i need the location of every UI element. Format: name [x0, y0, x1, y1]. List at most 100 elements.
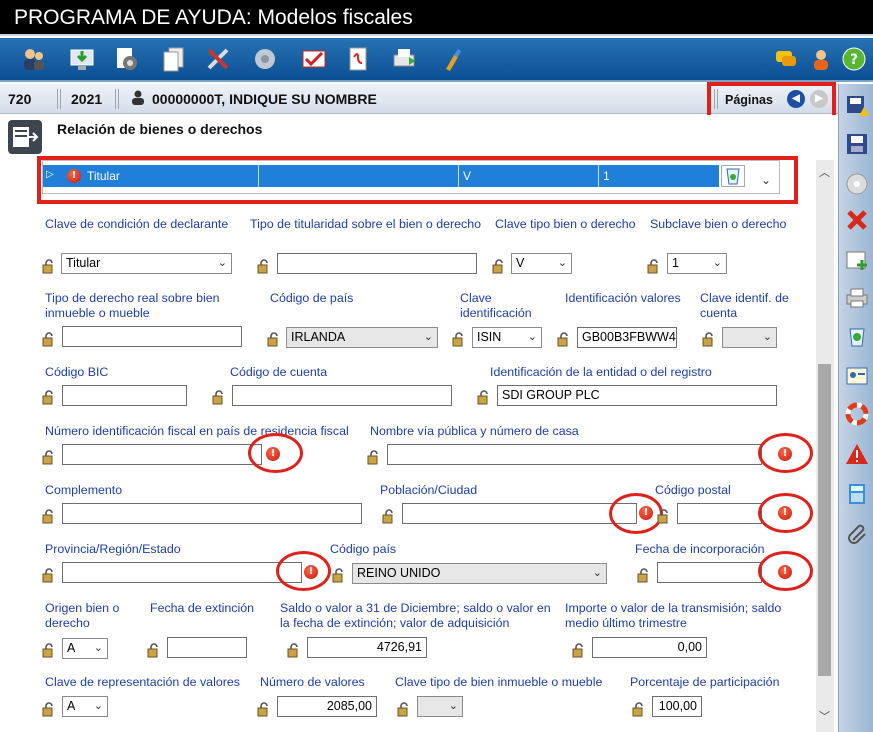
clave-tipo-bien-select[interactable]: V ⌄	[511, 253, 572, 274]
saldo-valor-label: Saldo o valor a 31 de Diciembre; saldo o…	[280, 601, 551, 630]
tools-icon[interactable]	[202, 44, 234, 74]
copy-pages-icon[interactable]	[157, 44, 189, 74]
codigo-cuenta-label: Código de cuenta	[230, 365, 328, 379]
chat-help-icon[interactable]	[770, 44, 802, 74]
codigo-pais-value: IRLANDA	[291, 330, 346, 344]
pdf-document-icon[interactable]	[342, 44, 374, 74]
codigo-pais2-select[interactable]: REINO UNIDO ⌄	[352, 563, 607, 584]
window-titlebar: PROGRAMA DE AYUDA: Modelos fiscales	[0, 0, 873, 36]
nif-residencia-input[interactable]	[62, 444, 262, 465]
identificacion-entidad-input[interactable]: SDI GROUP PLC	[497, 385, 777, 406]
scroll-thumb[interactable]	[818, 364, 831, 676]
padlock-icon	[41, 389, 57, 405]
clave-identificacion-select[interactable]: ISIN ⌄	[472, 327, 542, 348]
separator	[57, 89, 61, 109]
download-monitor-icon[interactable]	[66, 44, 98, 74]
complemento-input[interactable]	[62, 503, 362, 524]
codigo-postal-input[interactable]	[677, 503, 762, 524]
padlock-icon	[41, 258, 57, 274]
model-number: 720	[8, 91, 32, 107]
chevron-down-icon: ⌄	[712, 257, 722, 269]
section-title: Relación de bienes o derechos	[57, 121, 263, 137]
form-scrollbar[interactable]: ︿ ﹀	[816, 160, 834, 732]
scroll-down-icon[interactable]: ﹀	[819, 708, 830, 724]
origen-bien-value: A	[67, 641, 76, 655]
users-icon[interactable]	[18, 44, 50, 74]
section-header: Relación de bienes o derechos	[0, 115, 838, 157]
nombre-via-label: Nombre vía pública y número de casa	[370, 424, 579, 438]
codigo-pais2-value: REINO UNIDO	[357, 566, 441, 580]
calculator-icon[interactable]	[843, 480, 871, 508]
clave-representacion-value: A	[67, 699, 76, 713]
chevron-down-icon: ⌄	[217, 257, 227, 269]
clave-condicion-label: Clave de condición de declarante	[45, 217, 229, 231]
numero-valores-input[interactable]: 2085,00	[277, 696, 377, 717]
clave-identif-cuenta-select[interactable]: ⌄	[722, 327, 777, 348]
id-card-icon[interactable]	[843, 362, 871, 390]
origen-bien-select[interactable]: A ⌄	[62, 638, 108, 659]
fecha-incorporacion-input[interactable]	[657, 562, 762, 583]
recycle-bin-icon[interactable]	[843, 322, 871, 350]
warning-triangle-icon[interactable]	[843, 440, 871, 468]
importe-transmision-input[interactable]: 0,00	[592, 637, 707, 658]
subclave-select[interactable]: 1 ⌄	[667, 253, 727, 274]
tipo-titularidad-input[interactable]	[277, 253, 477, 274]
clave-condicion-select[interactable]: Titular ⌄	[61, 253, 232, 274]
codigo-pais2-label: Código país	[330, 542, 397, 556]
numero-valores-label: Número de valores	[260, 675, 365, 689]
clean-brush-icon[interactable]	[436, 44, 468, 74]
attachment-clip-icon[interactable]	[843, 518, 871, 546]
subclave-label: Subclave bien o derecho	[650, 217, 787, 231]
poblacion-input[interactable]	[402, 503, 637, 524]
help-question-icon[interactable]: ?	[838, 44, 870, 74]
clave-representacion-select[interactable]: A ⌄	[62, 696, 108, 717]
save-warning-icon[interactable]	[843, 92, 871, 120]
delete-x-icon[interactable]	[843, 206, 871, 234]
chevron-down-icon: ⌄	[448, 700, 458, 712]
save-icon[interactable]	[843, 130, 871, 158]
porcentaje-input[interactable]: 100,00	[652, 696, 702, 717]
provincia-input[interactable]	[62, 562, 302, 583]
complemento-label: Complemento	[45, 483, 123, 497]
codigo-bic-input[interactable]	[62, 385, 187, 406]
padlock-icon	[381, 508, 397, 524]
highlight-ring	[609, 493, 663, 534]
tipo-derecho-label: Tipo de derecho real sobre bien inmueble…	[45, 291, 220, 320]
highlight-ring	[758, 493, 813, 533]
right-actions-bar	[838, 84, 873, 732]
fecha-extincion-input[interactable]	[167, 637, 247, 658]
identificacion-valores-input[interactable]: GB00B3FBWW43	[577, 327, 677, 348]
disc-icon[interactable]	[843, 170, 871, 198]
codigo-pais-select[interactable]: IRLANDA ⌄	[286, 327, 438, 348]
separator	[115, 89, 119, 109]
clave-tipo-inmueble-label: Clave tipo de bien inmueble o mueble	[395, 675, 603, 689]
chevron-down-icon: ⌄	[592, 567, 602, 579]
print-export-icon[interactable]	[389, 44, 421, 74]
padlock-icon	[256, 258, 272, 274]
fecha-extincion-label: Fecha de extinción	[150, 601, 255, 615]
window-title: PROGRAMA DE AYUDA: Modelos fiscales	[14, 6, 413, 29]
add-row-icon[interactable]	[843, 246, 871, 274]
padlock-icon	[286, 642, 302, 658]
padlock-icon	[41, 508, 57, 524]
padlock-icon	[266, 331, 282, 347]
tipo-derecho-input[interactable]	[62, 326, 242, 347]
subclave-value: 1	[672, 256, 679, 270]
user-support-icon[interactable]	[805, 44, 837, 74]
mail-check-icon[interactable]	[298, 44, 330, 74]
nif-residencia-label: Número identificación fiscal en país de …	[45, 424, 349, 438]
padlock-icon	[331, 567, 347, 583]
database-icon[interactable]	[249, 44, 281, 74]
nombre-via-input[interactable]	[387, 444, 762, 465]
codigo-cuenta-input[interactable]	[232, 385, 452, 406]
saldo-valor-input[interactable]: 4726,91	[307, 637, 427, 658]
lifebuoy-icon[interactable]	[843, 400, 871, 428]
padlock-icon	[631, 701, 647, 717]
padlock-icon	[656, 508, 672, 524]
printer-icon[interactable]	[843, 284, 871, 312]
padlock-icon	[211, 389, 227, 405]
clave-tipo-inmueble-select[interactable]: ⌄	[417, 696, 463, 717]
settings-gear-icon[interactable]	[111, 44, 143, 74]
chevron-down-icon: ⌄	[423, 331, 433, 343]
scroll-up-icon[interactable]: ︿	[819, 164, 830, 180]
